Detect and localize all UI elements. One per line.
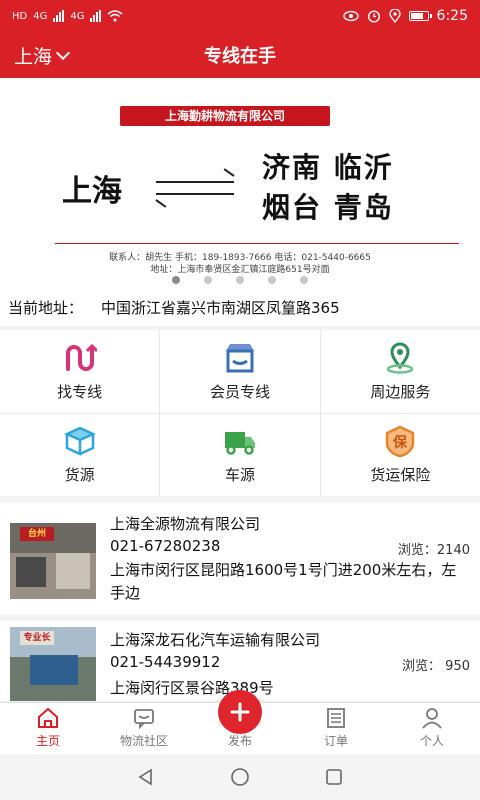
carousel-dot[interactable] (172, 276, 180, 284)
wifi-icon (107, 10, 123, 22)
app-header: 上海 专线在手 (0, 32, 480, 78)
service-grid: 找专线 会员专线 周边服务 货源 车源 保 货运保险 (0, 330, 480, 496)
chevron-down-icon (55, 45, 71, 60)
service-label: 车源 (224, 466, 255, 485)
signal-icon-2 (90, 10, 102, 22)
tab-home[interactable]: 主页 (0, 703, 96, 754)
banner-origin-city: 上海 (62, 174, 122, 209)
service-member-line[interactable]: 会员专线 (160, 330, 320, 413)
thumbnail-sign: 专业长 (20, 631, 54, 645)
carousel-dot[interactable] (268, 276, 276, 284)
company-name: 上海深龙石化汽车运输有限公司 (110, 631, 321, 649)
publish-button[interactable] (218, 690, 262, 734)
banner-destinations-1: 济南 临沂 (262, 151, 394, 184)
status-right: 6:25 (342, 8, 468, 24)
company-phone[interactable]: 021-54439912 (110, 653, 220, 671)
carousel-indicator (0, 276, 480, 284)
banner-company-name: 上海勤耕物流有限公司 (120, 106, 330, 126)
banner-destinations-2: 烟台 青岛 (262, 191, 394, 224)
carousel-dot[interactable] (300, 276, 308, 284)
tab-label: 主页 (35, 734, 60, 748)
company-phone[interactable]: 021-67280238 (110, 537, 220, 555)
truck-icon (224, 432, 255, 455)
system-nav-bar (0, 754, 480, 800)
user-icon (422, 708, 442, 729)
network-1-label: 4G (33, 10, 48, 22)
page-title: 专线在手 (204, 46, 276, 67)
service-label: 会员专线 (209, 382, 270, 401)
status-time: 6:25 (436, 8, 468, 24)
view-count: 浏览： 950 (402, 659, 470, 674)
tab-label: 订单 (323, 734, 348, 748)
location-pin-icon (387, 342, 414, 374)
list-item[interactable]: 台州 上海全源物流有限公司 021-67280238 浏览：2140 上海市闵行… (0, 503, 480, 615)
tab-label: 个人 (419, 734, 444, 748)
home-button-icon[interactable] (230, 767, 250, 787)
back-icon[interactable] (137, 768, 155, 786)
current-location-row[interactable]: 当前地址： 中国浙江省嘉兴市南湖区凤篁路365 (0, 288, 480, 326)
banner-address: 地址：上海市奉贤区金汇镇江庭路651号对面 (150, 265, 330, 275)
view-count: 浏览：2140 (397, 543, 470, 558)
location-label: 当前地址： (8, 298, 84, 317)
chat-icon (134, 709, 154, 729)
service-nearby[interactable]: 周边服务 (320, 330, 480, 413)
service-label: 货运保险 (370, 466, 431, 485)
status-bar: HD 4G 4G 6:25 (0, 0, 480, 32)
tab-label: 物流社区 (119, 734, 168, 748)
status-left: HD 4G 4G (12, 10, 123, 22)
promo-banner[interactable]: 上海勤耕物流有限公司 上海 济南 临沂 烟台 青岛 联系人：胡先生 手机：189… (0, 78, 480, 288)
list-item[interactable]: 专业长 上海深龙石化汽车运输有限公司 021-54439912 浏览： 950 … (0, 621, 480, 701)
tab-orders[interactable]: 订单 (288, 703, 384, 754)
company-address: 上海闵行区景谷路389号 (110, 679, 274, 697)
carousel-dot[interactable] (204, 276, 212, 284)
service-label: 货源 (64, 466, 95, 485)
service-find-line[interactable]: 找专线 (0, 330, 160, 413)
order-list-icon (327, 708, 345, 728)
service-vehicle[interactable]: 车源 (160, 413, 320, 496)
network-2-label: 4G (70, 10, 85, 22)
company-thumbnail: 专业长 (10, 627, 96, 701)
company-address: 上海市闵行区昆阳路1600号1号门进200米左右，左手边 (110, 561, 457, 602)
service-label: 找专线 (57, 382, 103, 401)
tab-profile[interactable]: 个人 (384, 703, 480, 754)
route-icon (65, 343, 97, 371)
service-cargo[interactable]: 货源 (0, 413, 160, 496)
carousel-dot[interactable] (236, 276, 244, 284)
city-selector[interactable]: 上海 (14, 32, 71, 78)
store-icon (225, 343, 254, 373)
insurance-icon: 保 (386, 425, 415, 458)
company-name: 上海全源物流有限公司 (110, 515, 261, 533)
banner-divider (55, 243, 459, 244)
location-value: 中国浙江省嘉兴市南湖区凤篁路365 (101, 298, 340, 317)
plus-icon (230, 702, 250, 722)
box-icon (63, 426, 96, 457)
service-insurance[interactable]: 保 货运保险 (320, 413, 480, 496)
service-label: 周边服务 (370, 382, 431, 401)
battery-icon (408, 11, 432, 21)
home-icon (38, 707, 58, 728)
thumbnail-sign: 台州 (20, 527, 54, 541)
hd-indicator: HD (12, 10, 28, 22)
two-way-arrow-icon (155, 168, 235, 208)
svg-text:保: 保 (392, 434, 408, 451)
signal-icon (53, 10, 65, 22)
company-thumbnail: 台州 (10, 523, 96, 599)
location-status-icon (388, 9, 401, 23)
tab-label: 发布 (227, 734, 252, 748)
tab-community[interactable]: 物流社区 (96, 703, 192, 754)
alarm-icon (367, 10, 380, 23)
city-label: 上海 (14, 45, 53, 68)
eye-icon (342, 10, 359, 22)
recents-icon[interactable] (325, 768, 343, 786)
